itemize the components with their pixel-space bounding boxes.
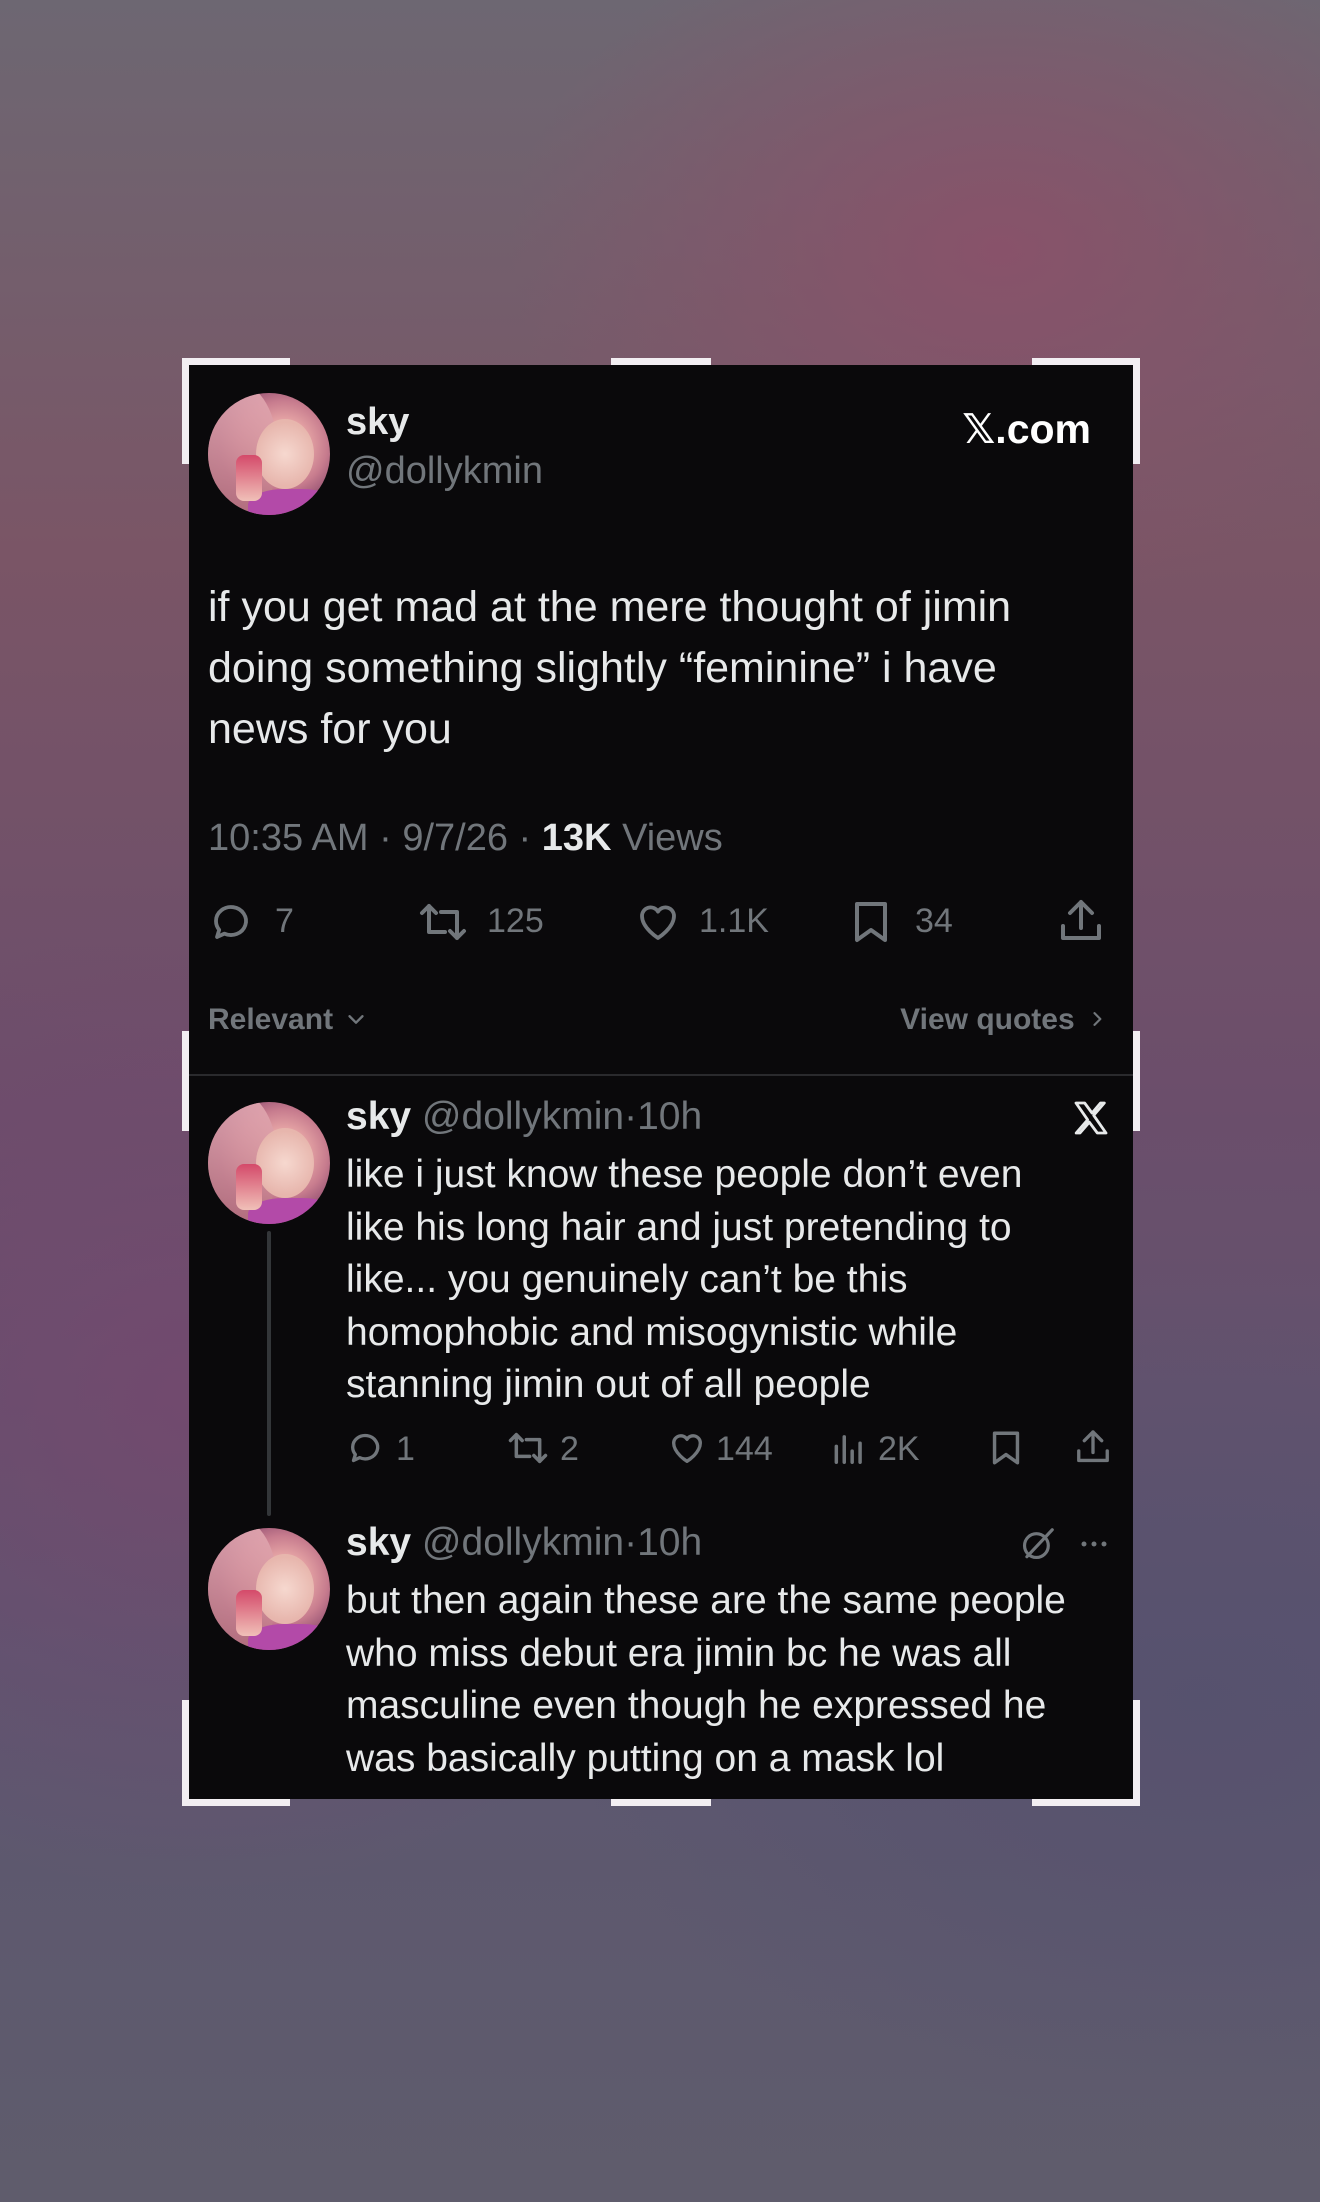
crop-corner[interactable] — [182, 358, 189, 464]
like-count: 144 — [716, 1430, 773, 1468]
reply-text-line: homophobic and misogynistic while — [346, 1310, 958, 1354]
share-icon — [1074, 1430, 1112, 1472]
crop-corner[interactable] — [1133, 358, 1140, 464]
reply-display-name[interactable]: sky — [346, 1521, 411, 1564]
bookmark-icon — [988, 1431, 1024, 1472]
tweet-text: if you get mad at the mere thought of ji… — [208, 577, 1011, 760]
tweet-date[interactable]: 9/7/26 — [402, 817, 508, 859]
chevron-down-icon — [345, 1004, 367, 1038]
crop-corner[interactable] — [1032, 358, 1140, 365]
reply-text: like i just know these people don’t even… — [346, 1149, 1022, 1412]
reply-text-line: but then again these are the same people — [346, 1579, 1066, 1622]
reply-handle[interactable]: @dollykmin — [422, 1521, 624, 1564]
crop-corner[interactable] — [182, 1700, 189, 1806]
tweet-meta: 10:35 AM · 9/7/26 · 13K Views — [208, 817, 723, 859]
crop-corner[interactable] — [1133, 1700, 1140, 1806]
avatar[interactable] — [208, 1528, 330, 1650]
crop-edge-handle[interactable] — [611, 1799, 711, 1806]
reply-count: 7 — [275, 902, 294, 940]
reply-text-line: like... you genuinely can’t be this — [346, 1258, 908, 1301]
tweet-card: sky @dollykmin 𝕏.com if you get mad at t… — [189, 365, 1133, 1799]
tweet-text-line: news for you — [208, 705, 452, 753]
share-button[interactable] — [1057, 896, 1105, 946]
views-icon — [830, 1428, 868, 1473]
avatar[interactable] — [208, 393, 330, 515]
views-label: Views — [622, 817, 723, 859]
crop-corner[interactable] — [182, 1799, 290, 1806]
reply-header: sky @dollykmin·10h — [346, 1095, 703, 1138]
more-icon[interactable] — [1077, 1529, 1111, 1564]
reply-icon — [346, 1428, 386, 1473]
reply-text-line: like his long hair and just pretending t… — [346, 1205, 1012, 1249]
repost-icon — [417, 898, 469, 946]
crop-corner[interactable] — [182, 358, 290, 365]
reply-icon — [208, 898, 256, 946]
crop-corner[interactable] — [1032, 1799, 1140, 1806]
reply-time[interactable]: 10h — [637, 1095, 702, 1138]
reply-count: 1 — [396, 1430, 415, 1468]
crop-edge-handle[interactable] — [611, 358, 711, 365]
reply-text-line: masculine even though he expressed he — [346, 1684, 1047, 1727]
sort-label: Relevant — [208, 1003, 334, 1036]
repost-count: 125 — [487, 902, 544, 940]
tweet-text-line: if you get mad at the mere thought of ji… — [208, 583, 1012, 631]
reply-text-line: stanning jimin out of all people — [346, 1363, 871, 1406]
view-quotes-link[interactable]: View quotes — [900, 1003, 1107, 1038]
views-count: 13K — [541, 817, 612, 859]
tweet-time[interactable]: 10:35 AM — [208, 817, 369, 859]
reply-text-line: like i just know these people don’t even — [346, 1153, 1023, 1196]
display-name[interactable]: sky — [346, 401, 409, 444]
like-icon — [666, 1428, 708, 1473]
crop-edge-handle[interactable] — [182, 1031, 189, 1131]
divider — [189, 1074, 1133, 1076]
reply-text-line: was basically putting on a mask lol — [346, 1736, 945, 1780]
bookmark-button[interactable] — [988, 1428, 1024, 1473]
share-button[interactable] — [1074, 1426, 1112, 1473]
reply-text-line: who miss debut era jimin bc he was all — [346, 1631, 1012, 1675]
chevron-right-icon — [1087, 1004, 1107, 1038]
x-logo-icon — [1071, 1098, 1111, 1143]
bookmark-icon — [849, 898, 893, 946]
grok-icon[interactable] — [1019, 1525, 1057, 1568]
reply-header: sky @dollykmin·10h — [346, 1521, 703, 1564]
reply-handle[interactable]: @dollykmin — [422, 1095, 624, 1138]
like-count: 1.1K — [699, 902, 769, 940]
repost-icon — [506, 1428, 550, 1473]
reply-text: but then again these are the same people… — [346, 1575, 1066, 1785]
repost-count: 2 — [560, 1430, 579, 1468]
like-icon — [633, 898, 683, 946]
avatar[interactable] — [208, 1102, 330, 1224]
reply-time[interactable]: 10h — [637, 1521, 702, 1564]
view-quotes-label: View quotes — [900, 1003, 1075, 1036]
thread-line — [267, 1231, 271, 1516]
bookmark-count: 34 — [915, 902, 953, 940]
share-icon — [1057, 896, 1105, 946]
crop-edge-handle[interactable] — [1133, 1031, 1140, 1131]
reply-display-name[interactable]: sky — [346, 1095, 411, 1138]
sort-dropdown[interactable]: Relevant — [208, 1003, 367, 1038]
tweet-text-line: doing something slightly “feminine” i ha… — [208, 644, 997, 692]
views-count: 2K — [878, 1430, 920, 1468]
brand-watermark: 𝕏.com — [962, 406, 1091, 452]
handle[interactable]: @dollykmin — [346, 450, 543, 493]
